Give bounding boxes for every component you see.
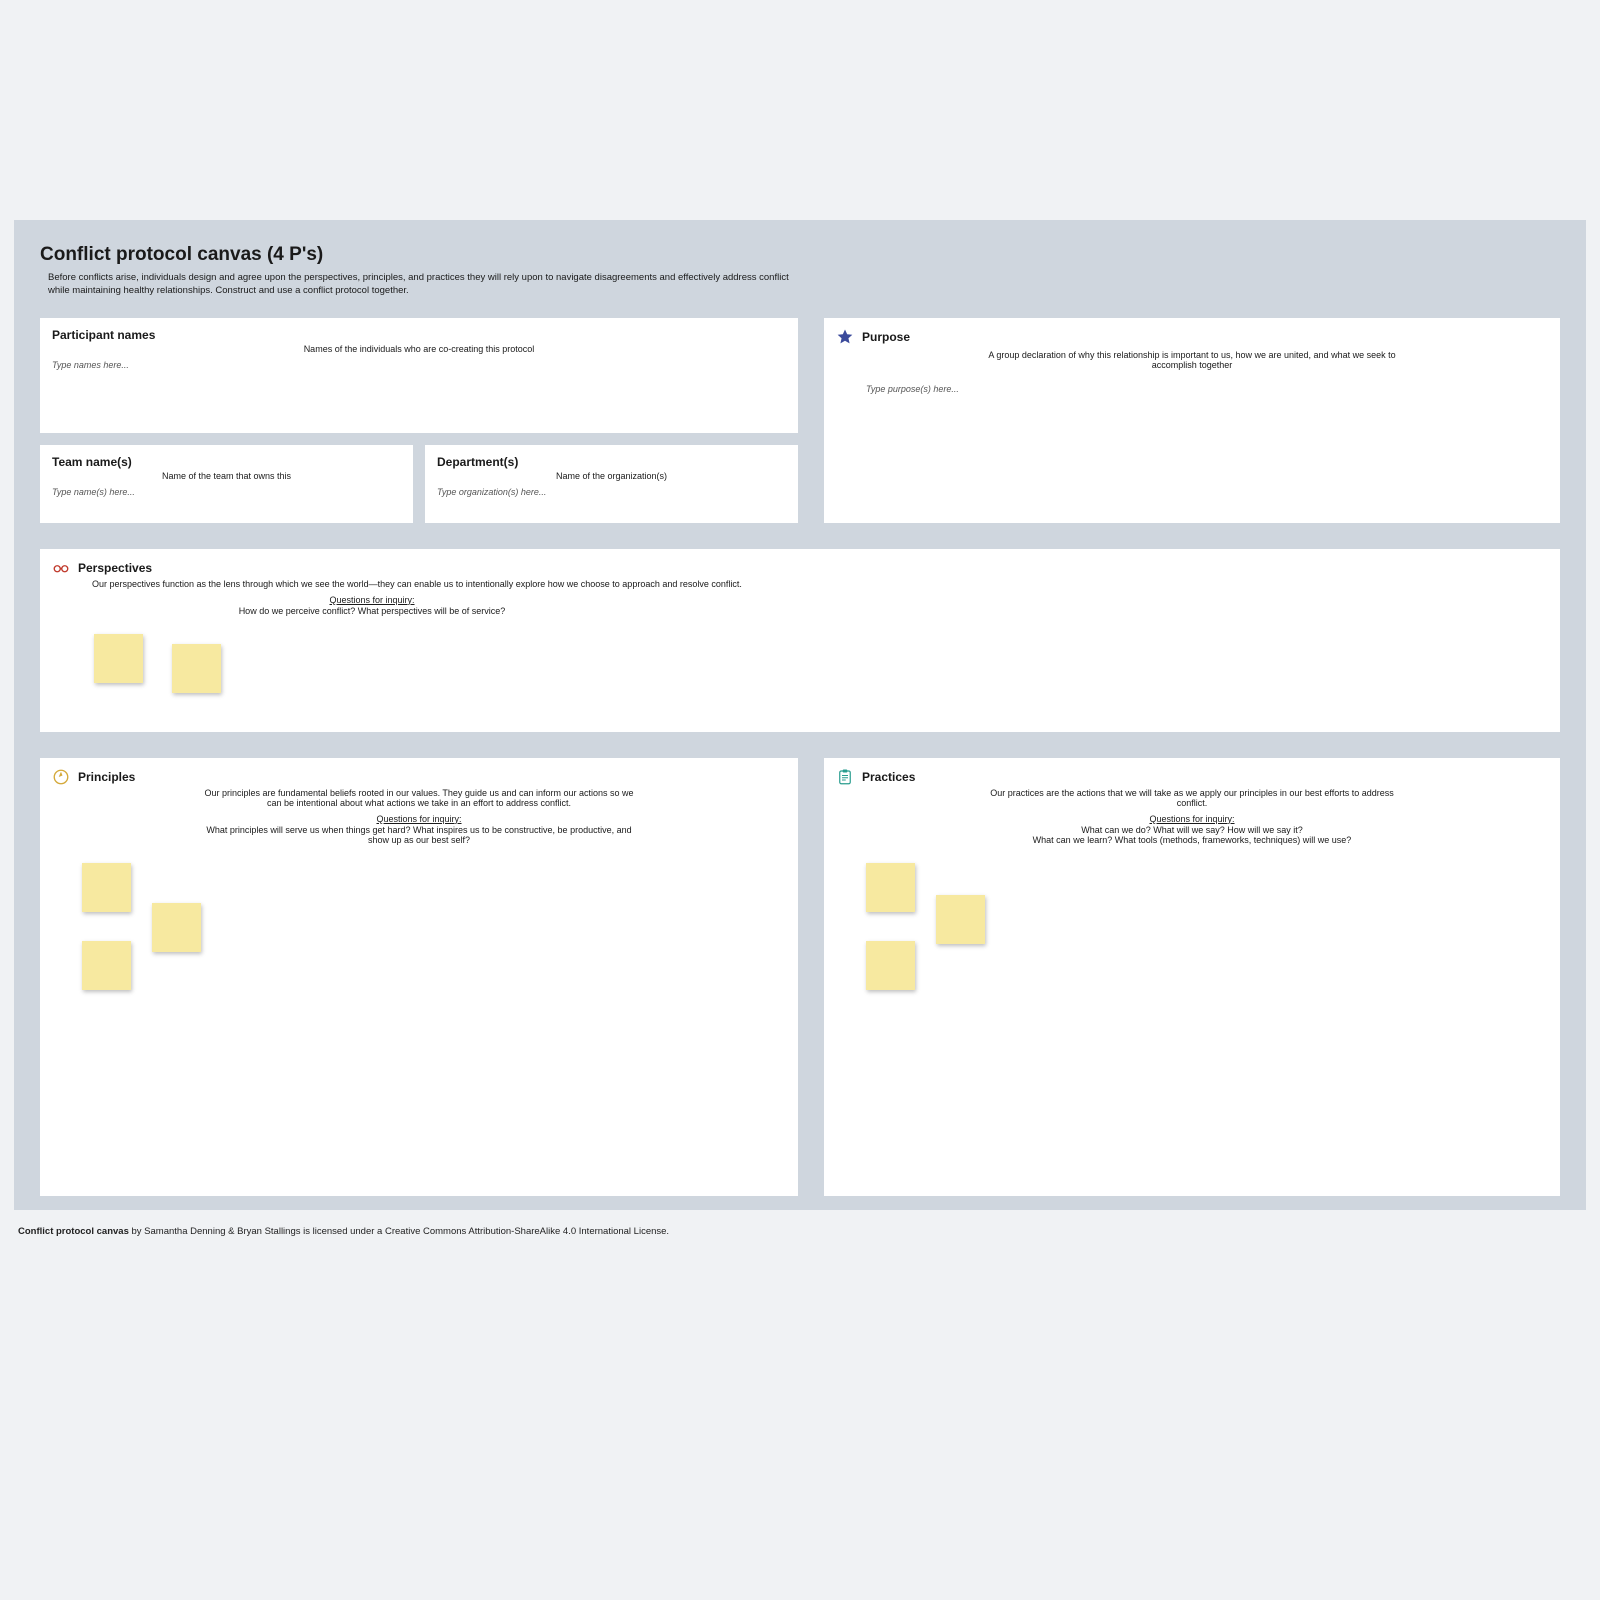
department-desc: Name of the organization(s) — [437, 471, 786, 481]
sticky-note[interactable] — [82, 863, 131, 912]
sticky-note[interactable] — [172, 644, 221, 693]
star-icon — [836, 328, 854, 346]
perspectives-sticky-area[interactable] — [52, 634, 1548, 704]
footer-bold: Conflict protocol canvas — [18, 1226, 129, 1237]
header: Conflict protocol canvas (4 P's) Before … — [40, 244, 1560, 298]
clipboard-icon — [836, 768, 854, 786]
canvas[interactable]: Conflict protocol canvas (4 P's) Before … — [14, 220, 1586, 1210]
perspectives-inquiry-text: How do we perceive conflict? What perspe… — [92, 606, 652, 616]
practices-desc: Our practices are the actions that we wi… — [977, 788, 1407, 808]
footer-rest: by Samantha Denning & Bryan Stallings is… — [129, 1226, 669, 1237]
left-column: Participant names Names of the individua… — [40, 318, 798, 523]
perspectives-desc: Our perspectives function as the lens th… — [92, 579, 852, 589]
glasses-icon — [52, 559, 70, 577]
team-placeholder[interactable]: Type name(s) here... — [52, 487, 401, 497]
purpose-head: Purpose — [836, 328, 1548, 346]
principles-head: Principles — [52, 768, 786, 786]
sticky-note[interactable] — [936, 895, 985, 944]
page-title: Conflict protocol canvas (4 P's) — [40, 244, 1560, 266]
department-placeholder[interactable]: Type organization(s) here... — [437, 487, 786, 497]
department-card[interactable]: Department(s) Name of the organization(s… — [425, 445, 798, 523]
practices-card[interactable]: Practices Our practices are the actions … — [824, 758, 1560, 1196]
perspectives-head: Perspectives — [52, 559, 1548, 577]
license-footer: Conflict protocol canvas by Samantha Den… — [18, 1226, 1582, 1237]
sticky-note[interactable] — [866, 863, 915, 912]
perspectives-inquiry-label: Questions for inquiry: — [92, 595, 652, 605]
practices-inquiry-text: What can we do? What will we say? How wi… — [977, 825, 1407, 845]
practices-head: Practices — [836, 768, 1548, 786]
purpose-card[interactable]: Purpose A group declaration of why this … — [824, 318, 1560, 523]
principles-inquiry-label: Questions for inquiry: — [204, 814, 634, 824]
bottom-row: Principles Our principles are fundamenta… — [40, 758, 1560, 1196]
purpose-desc: A group declaration of why this relation… — [977, 350, 1407, 370]
participants-placeholder[interactable]: Type names here... — [52, 360, 786, 370]
perspectives-card[interactable]: Perspectives Our perspectives function a… — [40, 549, 1560, 732]
principles-title: Principles — [78, 770, 135, 784]
top-row: Participant names Names of the individua… — [40, 318, 1560, 523]
team-title: Team name(s) — [52, 455, 401, 469]
department-title: Department(s) — [437, 455, 786, 469]
compass-icon — [52, 768, 70, 786]
team-row: Team name(s) Name of the team that owns … — [40, 445, 798, 523]
page-subtitle: Before conflicts arise, individuals desi… — [40, 272, 800, 298]
right-column: Purpose A group declaration of why this … — [824, 318, 1560, 523]
purpose-title: Purpose — [862, 330, 910, 344]
participants-card[interactable]: Participant names Names of the individua… — [40, 318, 798, 433]
team-desc: Name of the team that owns this — [52, 471, 401, 481]
page: Conflict protocol canvas (4 P's) Before … — [0, 0, 1600, 1600]
sticky-note[interactable] — [94, 634, 143, 683]
practices-sticky-area[interactable] — [836, 863, 1548, 1013]
practices-inquiry-label: Questions for inquiry: — [977, 814, 1407, 824]
practices-title: Practices — [862, 770, 915, 784]
principles-inquiry-text: What principles will serve us when thing… — [204, 825, 634, 845]
perspectives-title: Perspectives — [78, 561, 152, 575]
principles-desc: Our principles are fundamental beliefs r… — [204, 788, 634, 808]
sticky-note[interactable] — [152, 903, 201, 952]
purpose-placeholder[interactable]: Type purpose(s) here... — [866, 384, 1548, 394]
sticky-note[interactable] — [866, 941, 915, 990]
principles-card[interactable]: Principles Our principles are fundamenta… — [40, 758, 798, 1196]
team-card[interactable]: Team name(s) Name of the team that owns … — [40, 445, 413, 523]
principles-sticky-area[interactable] — [52, 863, 786, 1013]
participants-title: Participant names — [52, 328, 786, 342]
sticky-note[interactable] — [82, 941, 131, 990]
participants-desc: Names of the individuals who are co-crea… — [52, 344, 786, 354]
